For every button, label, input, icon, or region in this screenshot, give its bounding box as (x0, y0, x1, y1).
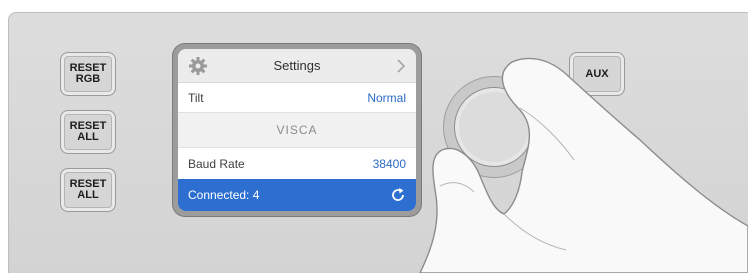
operator-hand (419, 57, 748, 273)
